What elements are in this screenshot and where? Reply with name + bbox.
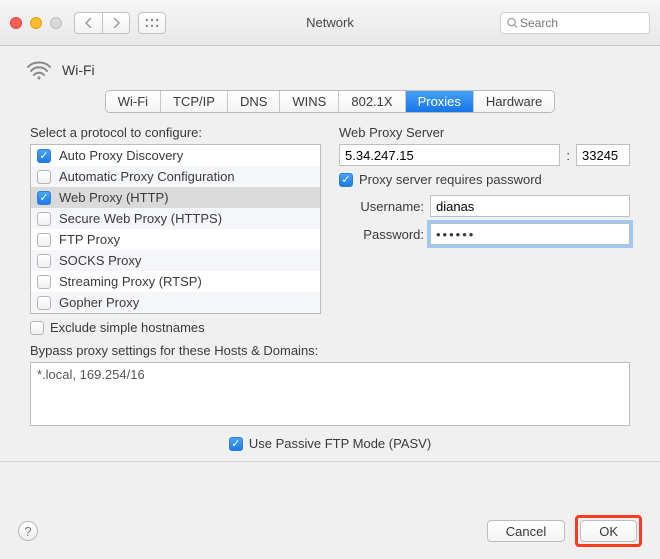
protocol-label: SOCKS Proxy <box>59 253 141 268</box>
tab-hardware[interactable]: Hardware <box>474 91 554 112</box>
protocol-label: Auto Proxy Discovery <box>59 148 183 163</box>
ok-button[interactable]: OK <box>580 520 637 542</box>
help-button[interactable]: ? <box>18 521 38 541</box>
interface-name: Wi-Fi <box>62 62 95 78</box>
chevron-left-icon <box>85 18 93 28</box>
username-input[interactable] <box>430 195 630 217</box>
requires-password-label: Proxy server requires password <box>359 172 542 187</box>
tab-802-1x[interactable]: 802.1X <box>339 91 405 112</box>
show-all-button[interactable] <box>138 12 166 34</box>
protocol-label: Automatic Proxy Configuration <box>59 169 235 184</box>
content-area: Wi-Fi Wi-FiTCP/IPDNSWINS802.1XProxiesHar… <box>0 46 660 559</box>
chevron-right-icon <box>112 18 120 28</box>
grid-icon <box>145 18 159 28</box>
requires-password-checkbox[interactable]: ✓ <box>339 173 353 187</box>
tabs: Wi-FiTCP/IPDNSWINS802.1XProxiesHardware <box>105 90 556 113</box>
nav-buttons <box>74 12 130 34</box>
ok-highlight: OK <box>575 515 642 547</box>
footer-separator <box>0 461 660 462</box>
proxy-port-input[interactable] <box>576 144 630 166</box>
back-button[interactable] <box>74 12 102 34</box>
exclude-simple-row[interactable]: Exclude simple hostnames <box>30 320 321 335</box>
protocol-checkbox[interactable] <box>37 296 51 310</box>
wifi-icon <box>26 60 52 80</box>
protocol-row[interactable]: Automatic Proxy Configuration <box>31 166 320 187</box>
traffic-lights <box>10 17 62 29</box>
username-label: Username: <box>339 199 424 214</box>
search-icon <box>507 17 518 29</box>
protocol-row[interactable]: ✓ Web Proxy (HTTP) <box>31 187 320 208</box>
protocol-row[interactable]: SOCKS Proxy <box>31 250 320 271</box>
search-field-wrap[interactable] <box>500 12 650 34</box>
window-title: Network <box>306 15 354 30</box>
zoom-window-button <box>50 17 62 29</box>
protocol-checkbox[interactable] <box>37 170 51 184</box>
window-toolbar: Network <box>0 0 660 46</box>
protocol-row[interactable]: Secure Web Proxy (HTTPS) <box>31 208 320 229</box>
protocol-checkbox[interactable] <box>37 254 51 268</box>
requires-password-row[interactable]: ✓ Proxy server requires password <box>339 172 630 187</box>
forward-button[interactable] <box>102 12 130 34</box>
protocol-checkbox[interactable]: ✓ <box>37 149 51 163</box>
protocol-label: Secure Web Proxy (HTTPS) <box>59 211 222 226</box>
pasv-row[interactable]: ✓ Use Passive FTP Mode (PASV) <box>18 436 642 451</box>
protocol-list[interactable]: ✓ Auto Proxy Discovery Automatic Proxy Con… <box>30 144 321 314</box>
password-label: Password: <box>339 227 424 242</box>
footer: ? Cancel OK <box>18 515 642 547</box>
minimize-window-button[interactable] <box>30 17 42 29</box>
interface-header: Wi-Fi <box>18 56 642 88</box>
bypass-label: Bypass proxy settings for these Hosts & … <box>30 343 630 358</box>
protocol-checkbox[interactable] <box>37 212 51 226</box>
tab-wins[interactable]: WINS <box>280 91 339 112</box>
protocol-label: Web Proxy (HTTP) <box>59 190 169 205</box>
bypass-textarea[interactable]: *.local, 169.254/16 <box>30 362 630 426</box>
tab-wi-fi[interactable]: Wi-Fi <box>106 91 161 112</box>
search-input[interactable] <box>518 15 643 31</box>
protocol-label: Select a protocol to configure: <box>30 125 321 140</box>
protocol-row[interactable]: FTP Proxy <box>31 229 320 250</box>
protocol-row[interactable]: Streaming Proxy (RTSP) <box>31 271 320 292</box>
protocol-row[interactable]: ✓ Auto Proxy Discovery <box>31 145 320 166</box>
close-window-button[interactable] <box>10 17 22 29</box>
protocol-checkbox[interactable]: ✓ <box>37 191 51 205</box>
exclude-simple-checkbox[interactable] <box>30 321 44 335</box>
protocol-checkbox[interactable] <box>37 233 51 247</box>
tab-tcp-ip[interactable]: TCP/IP <box>161 91 228 112</box>
pasv-checkbox[interactable]: ✓ <box>229 437 243 451</box>
proxy-host-input[interactable] <box>339 144 560 166</box>
server-title: Web Proxy Server <box>339 125 630 140</box>
protocol-label: Gopher Proxy <box>59 295 139 310</box>
tab-proxies[interactable]: Proxies <box>406 91 474 112</box>
exclude-simple-label: Exclude simple hostnames <box>50 320 205 335</box>
protocol-label: FTP Proxy <box>59 232 120 247</box>
tab-dns[interactable]: DNS <box>228 91 280 112</box>
pasv-label: Use Passive FTP Mode (PASV) <box>249 436 431 451</box>
password-input[interactable]: •••••• <box>430 223 630 245</box>
cancel-button[interactable]: Cancel <box>487 520 565 542</box>
host-port-sep: : <box>566 148 570 163</box>
protocol-checkbox[interactable] <box>37 275 51 289</box>
protocol-label: Streaming Proxy (RTSP) <box>59 274 202 289</box>
protocol-row[interactable]: Gopher Proxy <box>31 292 320 313</box>
